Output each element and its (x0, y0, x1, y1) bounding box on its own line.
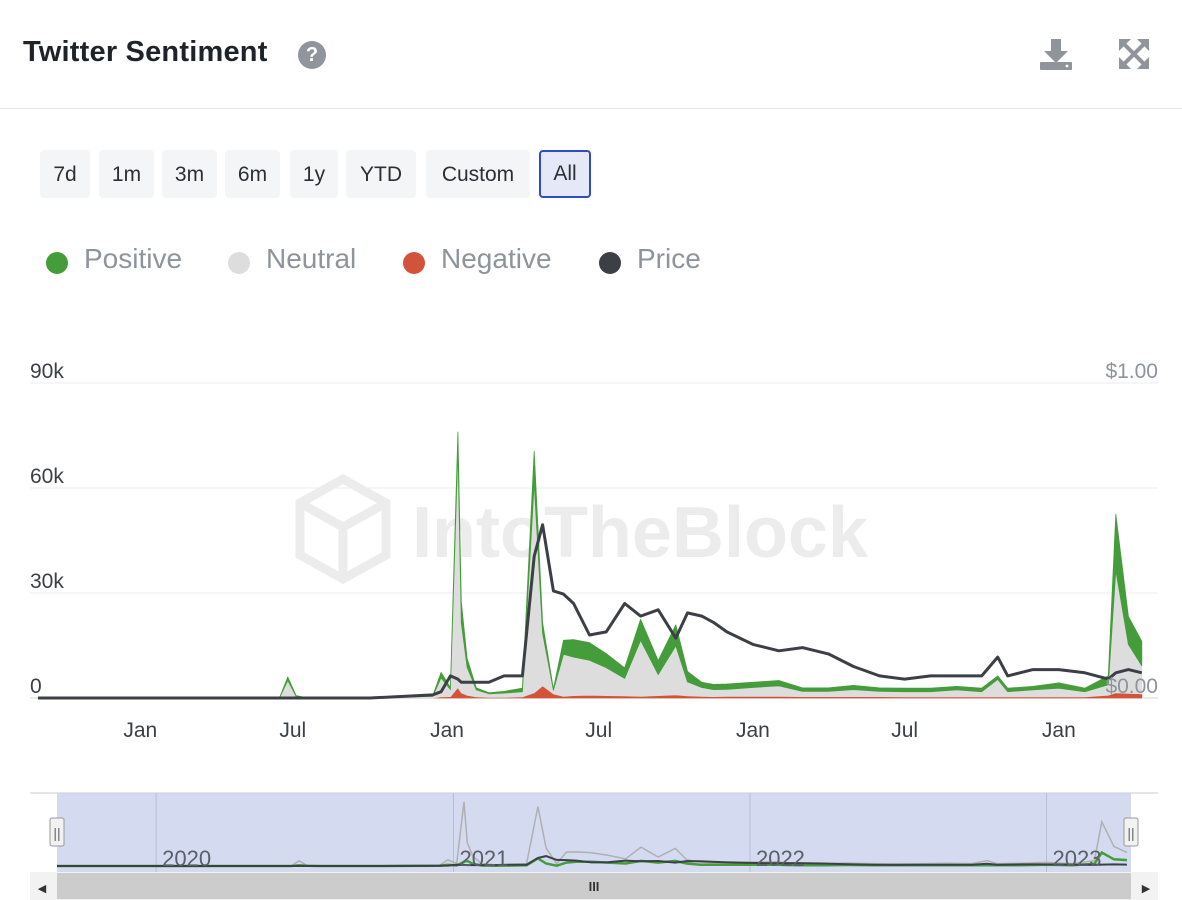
scroll-right-arrow[interactable]: ▶ (1142, 882, 1151, 895)
watermark: IntoTheBlock (295, 473, 869, 585)
legend-item-neutral[interactable]: Neutral (226, 240, 376, 280)
x-tick-5: Jul (891, 719, 918, 742)
legend-label-negative: Negative (441, 243, 552, 274)
legend-dot-neutral (228, 252, 250, 274)
range-ytd-button[interactable]: YTD (346, 150, 416, 198)
legend-dot-negative (403, 252, 425, 274)
navigator-year-3: 2023 (1053, 846, 1102, 871)
legend-item-price[interactable]: Price (597, 240, 727, 280)
watermark-text: IntoTheBlock (412, 493, 869, 573)
range-1y-button[interactable]: 1y (290, 150, 338, 198)
x-tick-4: Jan (736, 719, 770, 742)
y-tick-left-3: 90k (30, 360, 64, 383)
y-tick-right-1: $1.00 (1105, 360, 1158, 383)
y-tick-left-0: 0 (30, 675, 42, 698)
legend-label-neutral: Neutral (266, 243, 357, 274)
navigator-year-1: 2021 (459, 846, 508, 871)
range-6m-button[interactable]: 6m (225, 150, 280, 198)
navigator-left-handle[interactable]: || (49, 817, 65, 847)
page-title: Twitter Sentiment (23, 36, 268, 68)
sentiment-chart[interactable]: IntoTheBlock 0 30k 60k 90k $0.00 $1.00 Jan Jul J… (0, 340, 1182, 760)
fullscreen-icon[interactable] (1116, 36, 1152, 72)
scrollbar-grip: III (589, 879, 600, 894)
legend-dot-positive (46, 252, 68, 274)
legend-label-price: Price (637, 243, 701, 274)
y-tick-right-0: $0.00 (1105, 675, 1158, 698)
navigator[interactable]: 2020 2021 2022 2023 || || III ◀ ▶ (0, 780, 1182, 900)
x-tick-1: Jul (279, 719, 306, 742)
y-tick-left-2: 60k (30, 465, 64, 488)
card-header: Twitter Sentiment ? (0, 0, 1182, 109)
legend-item-negative[interactable]: Negative (401, 240, 571, 280)
legend-dot-price (599, 252, 621, 274)
legend-item-positive[interactable]: Positive (44, 240, 194, 280)
navigator-year-2: 2022 (756, 846, 805, 871)
download-icon[interactable] (1038, 36, 1074, 72)
x-tick-2: Jan (430, 719, 464, 742)
y-tick-left-1: 30k (30, 570, 64, 593)
navigator-year-0: 2020 (162, 846, 211, 871)
range-custom-button[interactable]: Custom (426, 150, 530, 198)
x-tick-3: Jul (585, 719, 612, 742)
range-1m-button[interactable]: 1m (99, 150, 154, 198)
navigator-handle-grip: || (1127, 825, 1134, 841)
help-icon[interactable]: ? (298, 41, 326, 69)
x-tick-0: Jan (123, 719, 157, 742)
scroll-left-arrow[interactable]: ◀ (38, 882, 47, 895)
navigator-right-handle[interactable]: || (1123, 817, 1139, 847)
legend-label-positive: Positive (84, 243, 183, 274)
navigator-selection[interactable] (57, 793, 1131, 872)
range-all-button[interactable]: All (539, 150, 591, 198)
range-3m-button[interactable]: 3m (162, 150, 217, 198)
x-tick-6: Jan (1042, 719, 1076, 742)
navigator-handle-grip: || (53, 825, 60, 841)
range-7d-button[interactable]: 7d (40, 150, 90, 198)
